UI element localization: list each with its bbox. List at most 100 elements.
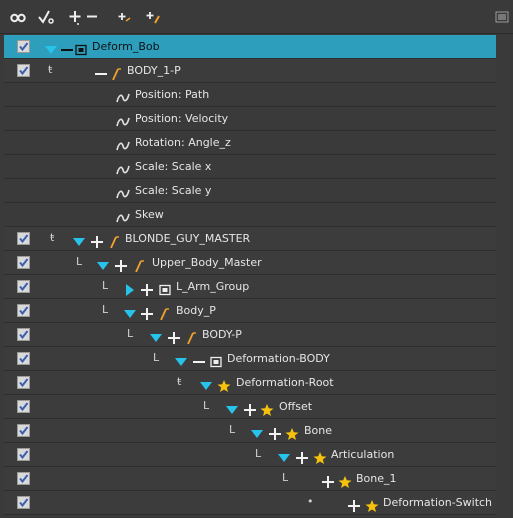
enable-checkbox[interactable] — [17, 256, 30, 269]
tree-connector-icon: ŧ — [177, 375, 182, 388]
layer-label: L_Arm_Group — [176, 280, 250, 293]
expand-arrow-icon[interactable] — [123, 305, 137, 318]
scrollbar[interactable] — [496, 35, 513, 518]
deformer-star-icon — [260, 401, 274, 416]
tree-connector-icon: • — [307, 495, 314, 508]
add-icon — [140, 305, 154, 320]
function-curve-icon — [116, 113, 130, 127]
minus-icon — [94, 65, 108, 77]
tree-connector-icon: L — [76, 255, 83, 268]
layer-row[interactable]: L Articulation — [4, 443, 496, 467]
expand-arrow-icon[interactable] — [96, 257, 110, 270]
add-icon — [321, 473, 335, 488]
layer-label: BLONDE_GUY_MASTER — [125, 232, 251, 245]
tree-connector-icon: L — [153, 351, 160, 364]
enable-checkbox[interactable] — [17, 496, 30, 509]
layer-list: Deform_Bob ŧ BODY_1-P Position: Path Positio… — [4, 35, 496, 515]
function-row[interactable]: Rotation: Angle_z — [4, 131, 496, 155]
layer-label: Position: Velocity — [135, 112, 229, 125]
tree-connector-icon: L — [127, 327, 134, 340]
panel-menu-icon[interactable] — [494, 7, 510, 27]
enable-checkbox[interactable] — [17, 280, 30, 293]
function-row[interactable]: Skew — [4, 203, 496, 227]
function-curve-icon — [116, 185, 130, 199]
enable-checkbox[interactable] — [17, 40, 30, 53]
add-icon — [90, 233, 104, 248]
group-icon — [158, 281, 172, 296]
add-icon — [140, 281, 154, 296]
layer-label: Deform_Bob — [92, 40, 160, 53]
enable-all-icon[interactable] — [38, 7, 56, 27]
add-icon — [167, 329, 181, 344]
layer-label: Articulation — [331, 448, 395, 461]
peg-icon — [108, 233, 122, 249]
layer-label: BODY_1-P — [127, 64, 181, 77]
add-icon — [268, 425, 282, 440]
peg-icon — [110, 65, 124, 81]
add-drawing-icon[interactable] — [146, 7, 162, 27]
enable-checkbox[interactable] — [17, 448, 30, 461]
layer-row[interactable]: L Bone_1 — [4, 467, 496, 491]
enable-checkbox[interactable] — [17, 352, 30, 365]
add-icon — [347, 497, 361, 512]
expand-arrow-icon[interactable] — [225, 401, 239, 414]
expand-arrow-icon[interactable] — [277, 449, 291, 462]
layer-label: Body_P — [176, 304, 216, 317]
layer-row[interactable]: L Upper_Body_Master — [4, 251, 496, 275]
layer-panel: Deform_Bob ŧ BODY_1-P Position: Path Positio… — [0, 0, 513, 518]
expand-arrow-icon[interactable] — [149, 329, 163, 342]
enable-checkbox[interactable] — [17, 424, 30, 437]
add-peg-icon[interactable] — [118, 7, 132, 27]
layer-label: Position: Path — [135, 88, 210, 101]
deformer-star-icon — [338, 473, 352, 488]
enable-checkbox[interactable] — [17, 232, 30, 245]
function-row[interactable]: Position: Velocity — [4, 107, 496, 131]
tree-connector-icon: L — [203, 399, 210, 412]
function-row[interactable]: Scale: Scale x — [4, 155, 496, 179]
layer-label: BODY-P — [202, 328, 242, 341]
group-icon — [209, 353, 223, 368]
peg-icon — [133, 257, 147, 273]
show-all-icon[interactable] — [10, 7, 26, 27]
layer-row[interactable]: L BODY-P — [4, 323, 496, 347]
collapsed-arrow-icon[interactable] — [123, 281, 137, 296]
function-curve-icon — [116, 161, 130, 175]
layer-row[interactable]: ŧ Deformation-Root — [4, 371, 496, 395]
layer-label: Scale: Scale x — [135, 160, 212, 173]
expand-arrow-icon[interactable] — [72, 233, 86, 246]
tree-connector-icon: L — [102, 279, 109, 292]
enable-checkbox[interactable] — [17, 376, 30, 389]
peg-icon — [185, 329, 199, 345]
tree-connector-icon: ŧ — [48, 63, 53, 76]
layer-row[interactable]: • Deformation-Switch — [4, 491, 496, 515]
layer-row[interactable]: ŧ BODY_1-P — [4, 59, 496, 83]
layer-row[interactable]: ŧ BLONDE_GUY_MASTER — [4, 227, 496, 251]
enable-checkbox[interactable] — [17, 64, 30, 77]
function-row[interactable]: Scale: Scale y — [4, 179, 496, 203]
layer-row[interactable]: L Body_P — [4, 299, 496, 323]
toolbar — [0, 0, 513, 34]
layer-label: Rotation: Angle_z — [135, 136, 231, 149]
expand-arrow-icon[interactable] — [250, 425, 264, 438]
remove-layer-icon[interactable] — [86, 7, 98, 27]
layer-row[interactable]: L L_Arm_Group — [4, 275, 496, 299]
function-row[interactable]: Position: Path — [4, 83, 496, 107]
add-layer-icon[interactable] — [68, 7, 82, 27]
layer-row[interactable]: L Offset — [4, 395, 496, 419]
enable-checkbox[interactable] — [17, 328, 30, 341]
layer-row[interactable]: L Deformation-BODY — [4, 347, 496, 371]
enable-checkbox[interactable] — [17, 400, 30, 413]
layer-row[interactable]: L Bone — [4, 419, 496, 443]
tree-connector-icon: L — [282, 471, 289, 484]
deformer-star-icon — [285, 425, 299, 440]
enable-checkbox[interactable] — [17, 472, 30, 485]
layer-label: Upper_Body_Master — [152, 256, 262, 269]
expand-arrow-icon[interactable] — [199, 377, 213, 390]
layer-label: Scale: Scale y — [135, 184, 212, 197]
layer-label: Bone_1 — [356, 472, 397, 485]
expand-arrow-icon[interactable] — [174, 353, 188, 366]
enable-checkbox[interactable] — [17, 304, 30, 317]
layer-row[interactable]: Deform_Bob — [4, 35, 496, 59]
minus-icon — [192, 353, 206, 365]
expand-arrow-icon[interactable] — [44, 41, 58, 54]
